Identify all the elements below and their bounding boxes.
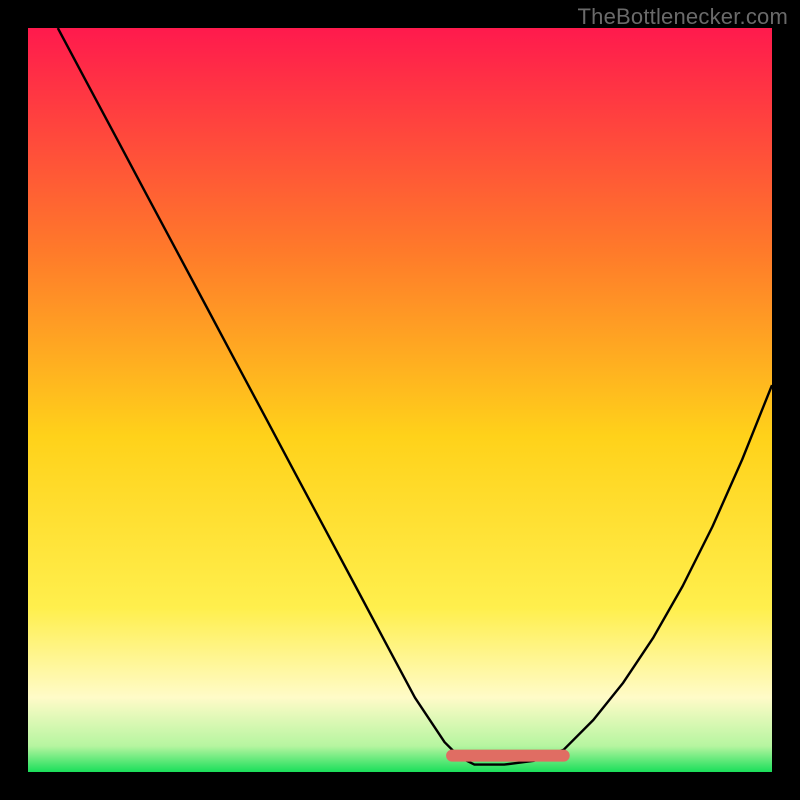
chart-svg <box>28 28 772 772</box>
plot-area <box>28 28 772 772</box>
watermark-text: TheBottlenecker.com <box>578 4 788 30</box>
gradient-background <box>28 28 772 772</box>
chart-frame: TheBottlenecker.com <box>0 0 800 800</box>
